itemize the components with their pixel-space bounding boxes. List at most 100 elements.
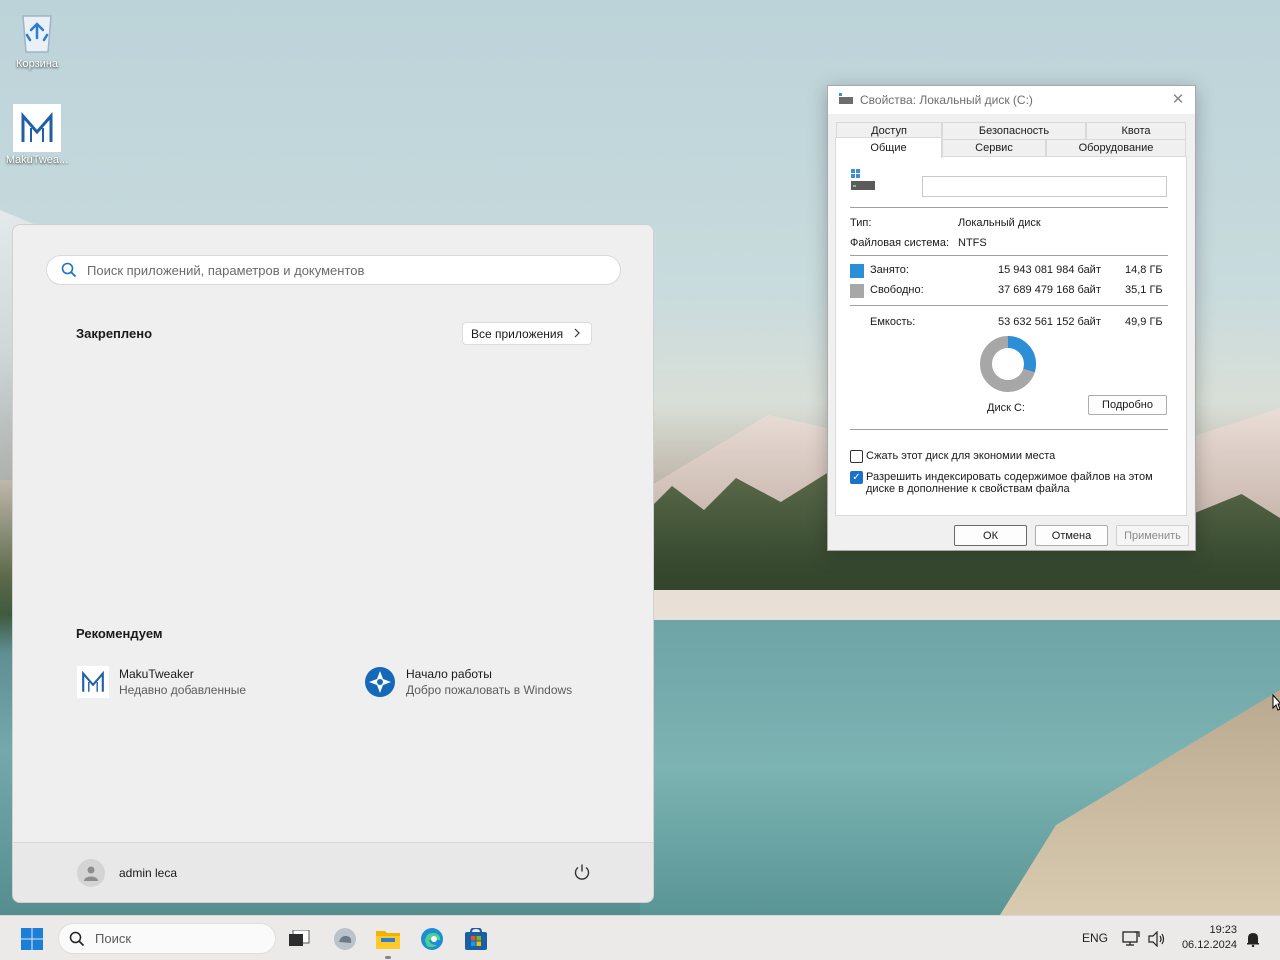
running-indicator (385, 956, 391, 959)
free-space-swatch (850, 284, 864, 298)
capacity-bytes: 53 632 561 152 байт (998, 316, 1101, 328)
divider (850, 207, 1168, 208)
drive-icon (850, 169, 876, 196)
store-icon (465, 928, 487, 950)
desktop-icon-recycle-bin[interactable]: Корзина (2, 8, 72, 70)
clock-time: 19:23 (1209, 924, 1237, 936)
type-label: Тип: (850, 217, 872, 229)
recommended-item-makutweaker[interactable]: MakuTweaker Недавно добавленные (77, 666, 246, 698)
tab-tools[interactable]: Сервис (942, 139, 1046, 156)
start-footer: admin leca (13, 842, 653, 902)
divider (850, 305, 1168, 306)
cloud-app-icon (334, 928, 356, 950)
used-gb: 14,8 ГБ (1125, 264, 1163, 276)
power-button[interactable] (573, 863, 591, 884)
divider (850, 255, 1168, 256)
tab-security[interactable]: Безопасность (942, 122, 1086, 139)
user-account-button[interactable]: admin leca (77, 859, 177, 887)
capacity-label: Емкость: (870, 316, 916, 328)
task-view-button[interactable] (282, 923, 316, 955)
get-started-icon (364, 666, 396, 698)
disk-usage-donut (980, 336, 1036, 392)
recommended-item-title: MakuTweaker (119, 667, 194, 681)
ok-button[interactable]: ОК (954, 525, 1027, 546)
windows-logo-icon (21, 928, 43, 950)
user-name: admin leca (119, 866, 178, 880)
taskbar-app-file-explorer[interactable] (371, 923, 405, 959)
dialog-tabs: Доступ Безопасность Квота Общие Сервис О… (835, 122, 1187, 158)
start-button[interactable] (15, 923, 49, 955)
language-indicator[interactable]: ENG (1082, 931, 1108, 945)
used-bytes: 15 943 081 984 байт (998, 264, 1101, 276)
tab-general[interactable]: Общие (835, 137, 942, 158)
notification-bell-icon (1247, 933, 1259, 947)
capacity-gb: 49,9 ГБ (1125, 316, 1163, 328)
recommended-item-title: Начало работы (406, 667, 492, 681)
used-label: Занято: (870, 264, 909, 276)
recommended-item-subtitle: Недавно добавленные (119, 683, 247, 697)
index-label-line1: Разрешить индексировать содержимое файло… (866, 471, 1153, 483)
type-value: Локальный диск (958, 217, 1041, 229)
general-tab-panel: Тип: Локальный диск Файловая система: NT… (835, 156, 1187, 516)
volume-button[interactable] (1142, 923, 1172, 955)
taskbar: Поиск ENG 19:23 06.12.2024 (0, 915, 1280, 960)
recommended-item-get-started[interactable]: Начало работы Добро пожаловать в Windows (364, 666, 572, 698)
all-apps-button[interactable]: Все приложения (462, 322, 593, 345)
makutweaker-icon (77, 666, 109, 698)
drive-icon (838, 92, 854, 108)
makutweaker-icon (13, 104, 61, 152)
used-space-swatch (850, 264, 864, 278)
task-view-icon (289, 930, 310, 946)
index-label-line2: диске в дополнение к свойствам файла (866, 483, 1070, 495)
compress-label: Сжать этот диск для экономии места (866, 450, 1056, 462)
dialog-title: Свойства: Локальный диск (C:) (860, 93, 1033, 107)
close-icon: ✕ (1171, 91, 1185, 108)
divider (850, 429, 1168, 430)
search-icon (69, 931, 85, 946)
start-menu: Поиск приложений, параметров и документо… (12, 224, 654, 903)
search-placeholder: Поиск приложений, параметров и документо… (87, 262, 365, 278)
dialog-title-bar[interactable]: Свойства: Локальный диск (C:) (828, 86, 1195, 114)
tab-hardware[interactable]: Оборудование (1046, 139, 1186, 156)
desktop-icon-label: Корзина (16, 58, 58, 70)
taskbar-search-input[interactable]: Поиск (58, 923, 276, 954)
taskbar-search-placeholder: Поиск (95, 931, 132, 946)
avatar (77, 859, 105, 887)
free-gb: 35,1 ГБ (1125, 284, 1163, 296)
desktop-icon-label: MakuTwea... (5, 154, 69, 166)
start-search-input[interactable]: Поиск приложений, параметров и документо… (46, 255, 621, 285)
volume-name-input[interactable] (922, 176, 1167, 197)
edge-icon (421, 928, 443, 950)
disk-properties-dialog: Свойства: Локальный диск (C:) ✕ Доступ Б… (827, 85, 1196, 551)
taskbar-app-widget[interactable] (328, 923, 362, 955)
recycle-bin-icon (13, 8, 61, 56)
compress-checkbox[interactable] (850, 450, 863, 463)
clock[interactable]: 19:23 06.12.2024 (1182, 923, 1237, 953)
folder-icon (376, 931, 400, 949)
apply-button[interactable]: Применить (1116, 525, 1189, 546)
close-button[interactable]: ✕ (1169, 91, 1187, 109)
free-label: Свободно: (870, 284, 924, 296)
recommended-title: Рекомендуем (76, 626, 163, 641)
search-icon (61, 262, 77, 278)
index-checkbox[interactable]: ✓ (850, 471, 863, 484)
cancel-button[interactable]: Отмена (1035, 525, 1108, 546)
pinned-title: Закреплено (76, 326, 153, 341)
details-button[interactable]: Подробно (1088, 395, 1167, 415)
tab-quota[interactable]: Квота (1086, 122, 1186, 139)
filesystem-value: NTFS (958, 237, 987, 249)
free-bytes: 37 689 479 168 байт (998, 284, 1101, 296)
taskbar-app-edge[interactable] (415, 923, 449, 955)
disk-label: Диск C: (987, 402, 1025, 414)
filesystem-label: Файловая система: (850, 237, 950, 249)
notifications-button[interactable] (1240, 923, 1266, 955)
network-icon (1122, 931, 1140, 946)
volume-icon (1148, 931, 1165, 947)
all-apps-label: Все приложения (471, 326, 564, 341)
recommended-item-subtitle: Добро пожаловать в Windows (406, 683, 573, 697)
power-icon (574, 864, 590, 880)
mouse-cursor (1272, 693, 1280, 715)
taskbar-app-store[interactable] (459, 923, 493, 955)
desktop-icon-makutweaker[interactable]: MakuTwea... (2, 104, 72, 166)
chevron-right-icon (573, 327, 581, 341)
